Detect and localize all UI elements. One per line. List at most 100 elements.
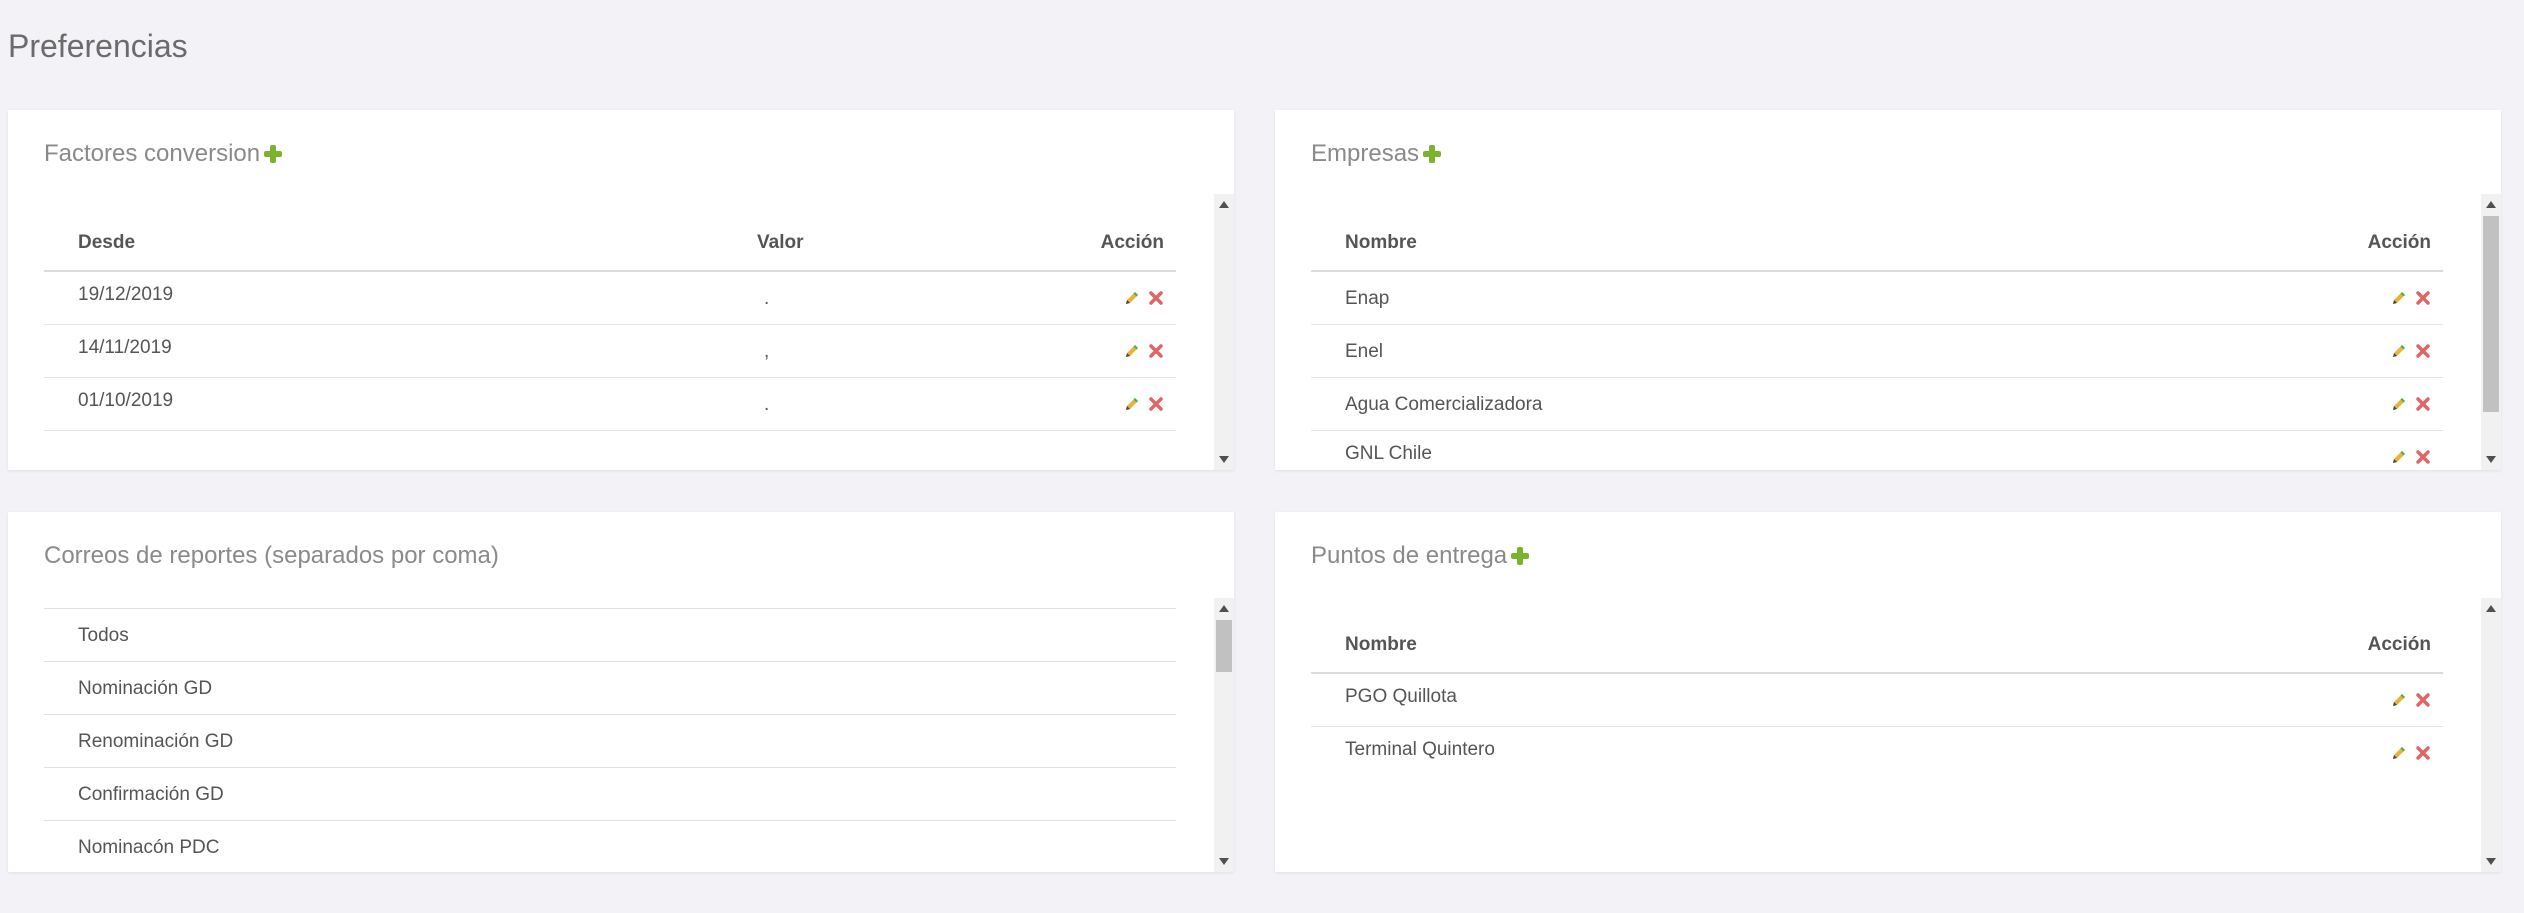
edit-pencil-icon[interactable] xyxy=(1124,343,1140,359)
table-row: Enel xyxy=(1311,325,2443,378)
empresas-title-text: Empresas xyxy=(1311,140,1420,167)
scroll-thumb[interactable] xyxy=(1216,620,1232,672)
list-item-label: Todos xyxy=(78,625,129,646)
correos-title: Correos de reportes (separados por coma) xyxy=(44,542,499,569)
scroll-up-arrow-icon[interactable] xyxy=(1219,605,1229,612)
puntos-header: Nombre Acción xyxy=(1311,610,2443,674)
row-actions xyxy=(2391,449,2431,465)
correos-card: Correos de reportes (separados por coma)… xyxy=(8,512,1234,872)
row-actions xyxy=(1124,343,1164,359)
valor-cell: , xyxy=(764,341,770,362)
desde-cell: 14/11/2019 xyxy=(78,337,172,358)
row-actions xyxy=(1124,396,1164,412)
delete-x-icon[interactable] xyxy=(2415,745,2431,761)
empresas-title: Empresas xyxy=(1311,140,1442,168)
delete-x-icon[interactable] xyxy=(2415,290,2431,306)
puntos-card: Puntos de entrega Nombre Acción PGO Quil… xyxy=(1275,512,2501,872)
header-desde: Desde xyxy=(78,232,136,253)
row-actions xyxy=(2391,692,2431,708)
edit-pencil-icon[interactable] xyxy=(2391,343,2407,359)
puntos-title: Puntos de entrega xyxy=(1311,542,1530,570)
row-actions xyxy=(2391,290,2431,306)
table-row: Enap xyxy=(1311,272,2443,325)
add-factor-plus-icon[interactable] xyxy=(264,145,283,163)
factores-header: Desde Valor Acción xyxy=(44,208,1176,272)
puntos-title-text: Puntos de entrega xyxy=(1311,542,1508,569)
nombre-cell: GNL Chile xyxy=(1345,443,1432,464)
scroll-thumb[interactable] xyxy=(2483,216,2499,412)
delete-x-icon[interactable] xyxy=(2415,343,2431,359)
scroll-up-arrow-icon[interactable] xyxy=(1219,201,1229,208)
valor-cell: . xyxy=(764,394,770,415)
list-item-label: Confirmación GD xyxy=(78,784,224,805)
table-row: 19/12/2019 . xyxy=(44,272,1176,325)
scroll-up-arrow-icon[interactable] xyxy=(2486,605,2496,612)
nombre-cell: Terminal Quintero xyxy=(1345,739,1495,760)
edit-pencil-icon[interactable] xyxy=(2391,290,2407,306)
table-row: 14/11/2019 , xyxy=(44,325,1176,378)
scroll-down-arrow-icon[interactable] xyxy=(1219,858,1229,865)
valor-cell: . xyxy=(764,288,770,309)
empresas-card: Empresas Nombre Acción Enap Enel Agua Co… xyxy=(1275,110,2501,470)
delete-x-icon[interactable] xyxy=(2415,396,2431,412)
empresas-header: Nombre Acción xyxy=(1311,208,2443,272)
empresas-table: Nombre Acción Enap Enel Agua Comercializ… xyxy=(1311,208,2443,470)
correos-scrollbar[interactable] xyxy=(1214,598,1234,872)
edit-pencil-icon[interactable] xyxy=(2391,449,2407,465)
list-item[interactable]: Confirmación GD xyxy=(44,767,1176,820)
table-row: GNL Chile xyxy=(1311,431,2443,470)
scroll-down-arrow-icon[interactable] xyxy=(1219,456,1229,463)
scroll-down-arrow-icon[interactable] xyxy=(2486,456,2496,463)
delete-x-icon[interactable] xyxy=(1148,290,1164,306)
nombre-cell: PGO Quillota xyxy=(1345,686,1457,707)
puntos-scrollbar[interactable] xyxy=(2481,598,2501,872)
delete-x-icon[interactable] xyxy=(2415,449,2431,465)
desde-cell: 01/10/2019 xyxy=(78,390,174,411)
table-row: Agua Comercializadora xyxy=(1311,378,2443,431)
list-item[interactable]: Nominación GD xyxy=(44,661,1176,714)
nombre-cell: Enap xyxy=(1345,288,1390,309)
scroll-down-arrow-icon[interactable] xyxy=(2486,858,2496,865)
factores-table: Desde Valor Acción 19/12/2019 . 14/11/20… xyxy=(44,208,1176,458)
edit-pencil-icon[interactable] xyxy=(2391,745,2407,761)
correos-list: Todos Nominación GD Renominación GD Conf… xyxy=(44,608,1176,872)
list-item-label: Nominación GD xyxy=(78,678,213,699)
table-row: Terminal Quintero xyxy=(1311,727,2443,780)
table-row: PGO Quillota xyxy=(1311,674,2443,727)
page-title: Preferencias xyxy=(8,28,188,64)
list-item-label: Nominacón PDC xyxy=(78,837,220,858)
list-item[interactable]: Todos xyxy=(44,608,1176,661)
nombre-cell: Agua Comercializadora xyxy=(1345,394,1543,415)
nombre-cell: Enel xyxy=(1345,341,1384,362)
list-item[interactable]: Renominación GD xyxy=(44,714,1176,767)
delete-x-icon[interactable] xyxy=(1148,396,1164,412)
factores-scrollbar[interactable] xyxy=(1214,194,1234,470)
scroll-up-arrow-icon[interactable] xyxy=(2486,201,2496,208)
edit-pencil-icon[interactable] xyxy=(2391,692,2407,708)
header-nombre: Nombre xyxy=(1345,634,1417,655)
desde-cell: 19/12/2019 xyxy=(78,284,174,305)
delete-x-icon[interactable] xyxy=(1148,343,1164,359)
list-item[interactable]: Nominacón PDC xyxy=(44,820,1176,872)
row-actions xyxy=(2391,396,2431,412)
puntos-table: Nombre Acción PGO Quillota Terminal Quin… xyxy=(1311,610,2443,830)
header-accion: Acción xyxy=(2367,634,2431,655)
header-valor: Valor xyxy=(757,232,804,253)
header-accion: Acción xyxy=(2367,232,2431,253)
factores-title: Factores conversion xyxy=(44,140,283,168)
row-actions xyxy=(2391,745,2431,761)
empresas-scrollbar[interactable] xyxy=(2481,194,2501,470)
edit-pencil-icon[interactable] xyxy=(1124,290,1140,306)
edit-pencil-icon[interactable] xyxy=(1124,396,1140,412)
list-item-label: Renominación GD xyxy=(78,731,234,752)
row-actions xyxy=(1124,290,1164,306)
header-nombre: Nombre xyxy=(1345,232,1417,253)
table-row: 01/10/2019 . xyxy=(44,378,1176,431)
factores-card: Factores conversion Desde Valor Acción 1… xyxy=(8,110,1234,470)
delete-x-icon[interactable] xyxy=(2415,692,2431,708)
factores-title-text: Factores conversion xyxy=(44,140,261,167)
add-empresa-plus-icon[interactable] xyxy=(1423,145,1442,163)
header-accion: Acción xyxy=(1100,232,1164,253)
edit-pencil-icon[interactable] xyxy=(2391,396,2407,412)
add-punto-plus-icon[interactable] xyxy=(1511,547,1530,565)
